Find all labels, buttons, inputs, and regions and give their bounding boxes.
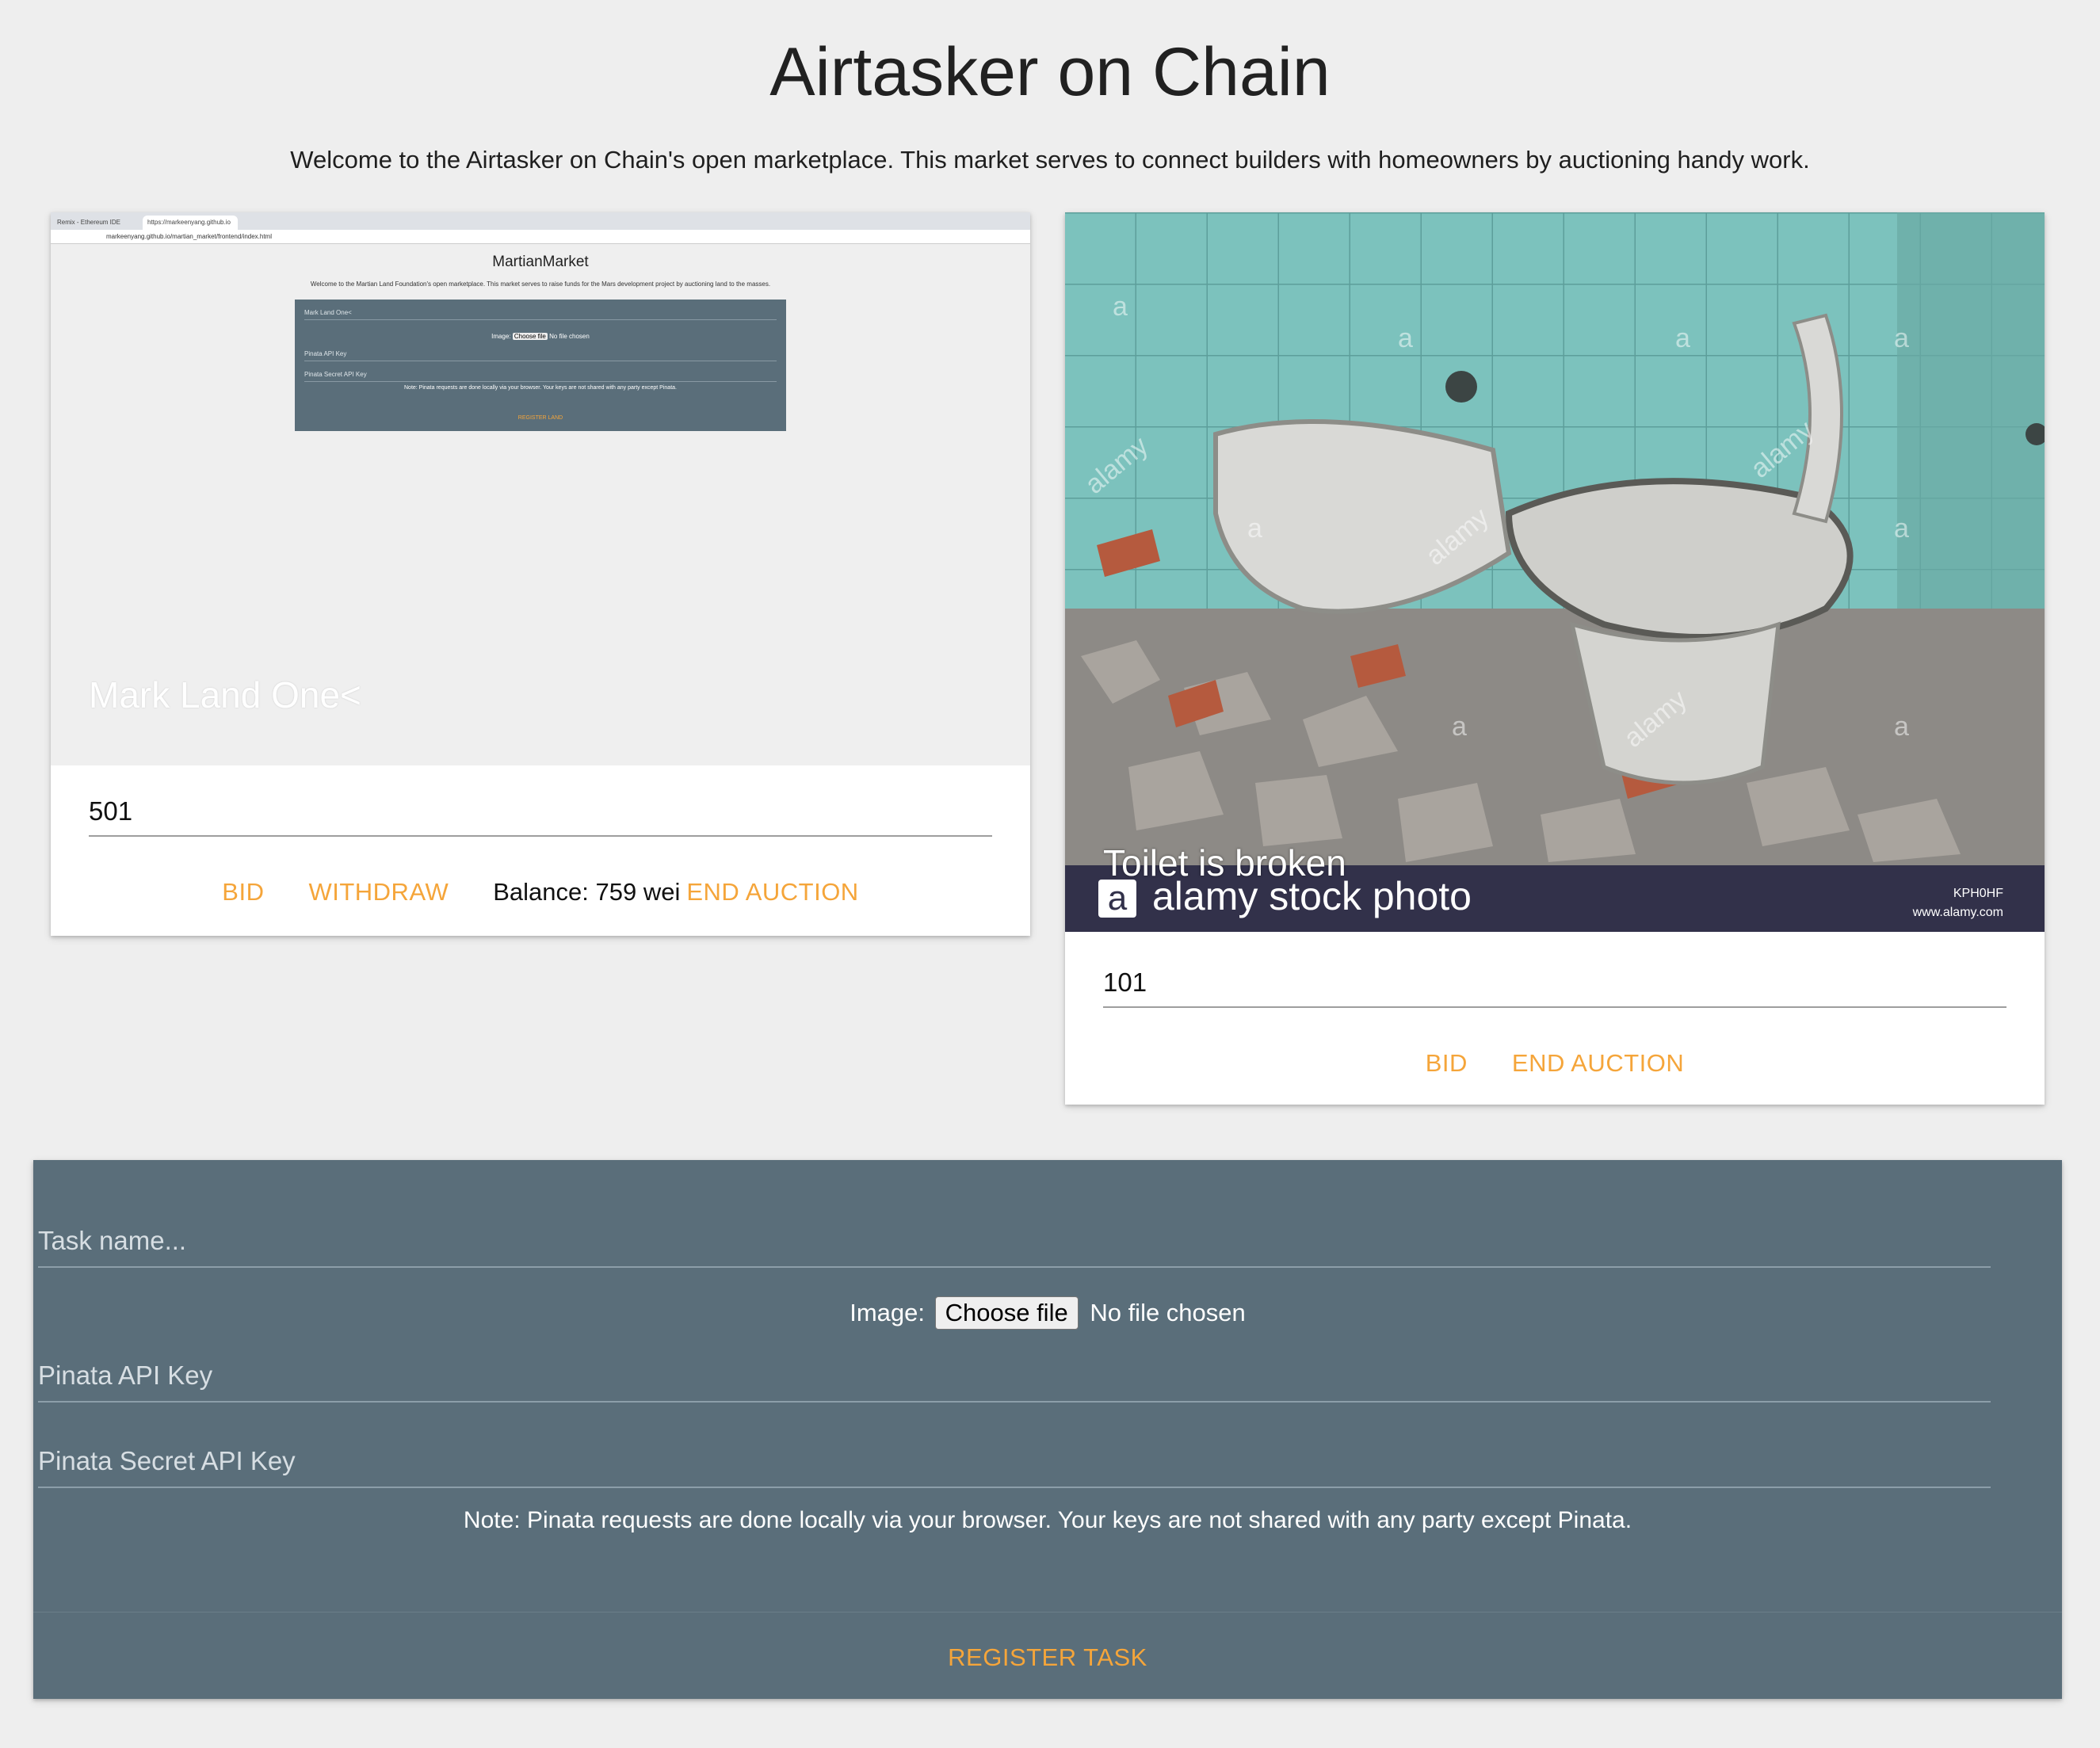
browser-url-bar: markeenyang.github.io/martian_market/fro… bbox=[51, 230, 1030, 244]
alamy-logo-icon: a bbox=[1098, 880, 1136, 918]
screenshot-image-label: Image: bbox=[491, 333, 511, 340]
no-file-text: No file chosen bbox=[1090, 1299, 1246, 1326]
stock-photo-id: KPH0HF www.alamy.com bbox=[1913, 884, 2003, 922]
image-upload-row: Image: Choose file No file chosen bbox=[33, 1296, 2062, 1330]
bid-button[interactable]: BID bbox=[222, 878, 264, 906]
screenshot-intro: Welcome to the Martian Land Foundation's… bbox=[310, 281, 771, 288]
form-divider bbox=[33, 1612, 2062, 1613]
browser-tab: https://markeenyang.github.io bbox=[143, 216, 238, 230]
screenshot-register: REGISTER LAND bbox=[517, 415, 563, 421]
watermark-text: a bbox=[1452, 712, 1467, 742]
screenshot-form: Mark Land One< Image: Choose file No fil… bbox=[295, 300, 786, 431]
watermark-text: a bbox=[1675, 323, 1690, 353]
card-title: Mark Land One< bbox=[89, 674, 361, 716]
screenshot-field: Mark Land One< bbox=[304, 303, 777, 320]
stock-photo-code: KPH0HF bbox=[1953, 887, 2003, 900]
browser-chrome: Remix - Ethereum IDE https://markeenyang… bbox=[51, 212, 1030, 244]
watermark-text: a bbox=[1398, 323, 1413, 353]
card-image: Remix - Ethereum IDE https://markeenyang… bbox=[51, 212, 1030, 765]
screenshot-no-file: No file chosen bbox=[549, 333, 590, 340]
image-label: Image: bbox=[850, 1299, 925, 1326]
page-title: Airtasker on Chain bbox=[769, 34, 1331, 110]
bid-button[interactable]: BID bbox=[1426, 1049, 1468, 1078]
register-task-button[interactable]: REGISTER TASK bbox=[33, 1643, 2062, 1672]
card-actions: BID WITHDRAW Balance: 759 wei END AUCTION bbox=[51, 878, 1030, 906]
watermark-text: a bbox=[1894, 323, 1909, 353]
screenshot-title: MartianMarket bbox=[492, 254, 589, 270]
screenshot-field: Pinata API Key bbox=[304, 344, 777, 361]
task-card: a a a a alamy alamy alamy alamy a a a a … bbox=[1065, 212, 2045, 1105]
card-image: a a a a alamy alamy alamy alamy a a a a … bbox=[1065, 212, 2045, 932]
balance-text: Balance: 759 wei bbox=[493, 878, 681, 906]
task-name-input[interactable] bbox=[38, 1193, 1991, 1268]
withdraw-button[interactable]: WITHDRAW bbox=[308, 878, 449, 906]
end-auction-button[interactable]: END AUCTION bbox=[686, 878, 858, 906]
stock-photo-site: www.alamy.com bbox=[1912, 906, 2003, 919]
card-actions: BID END AUCTION bbox=[1065, 1049, 2045, 1078]
end-auction-button[interactable]: END AUCTION bbox=[1512, 1049, 1684, 1078]
bid-input[interactable] bbox=[89, 773, 992, 837]
bid-input[interactable] bbox=[1103, 945, 2006, 1008]
choose-file-button[interactable]: Choose file bbox=[934, 1296, 1079, 1330]
screenshot-choose-file: Choose file bbox=[512, 333, 548, 340]
pinata-note: Note: Pinata requests are done locally v… bbox=[463, 1507, 1632, 1533]
watermark-text: a bbox=[1894, 513, 1909, 544]
watermark-text: a bbox=[1113, 292, 1128, 322]
pinata-api-key-input[interactable] bbox=[38, 1328, 1991, 1403]
card-title: Toilet is broken bbox=[1103, 842, 1346, 884]
watermark-text: a bbox=[1894, 712, 1909, 742]
watermark-text: a bbox=[1247, 513, 1262, 544]
pinata-secret-key-input[interactable] bbox=[38, 1414, 1991, 1488]
browser-tab: Remix - Ethereum IDE bbox=[57, 219, 121, 226]
intro-text: Welcome to the Airtasker on Chain's open… bbox=[290, 146, 1810, 174]
screenshot-field: Pinata Secret API Key bbox=[304, 364, 777, 382]
screenshot-image-row: Image: Choose file No file chosen bbox=[295, 333, 786, 340]
screenshot-note: Note: Pinata requests are done locally v… bbox=[404, 385, 677, 391]
broken-toilet-photo bbox=[1065, 212, 2045, 932]
task-card: Remix - Ethereum IDE https://markeenyang… bbox=[51, 212, 1030, 936]
